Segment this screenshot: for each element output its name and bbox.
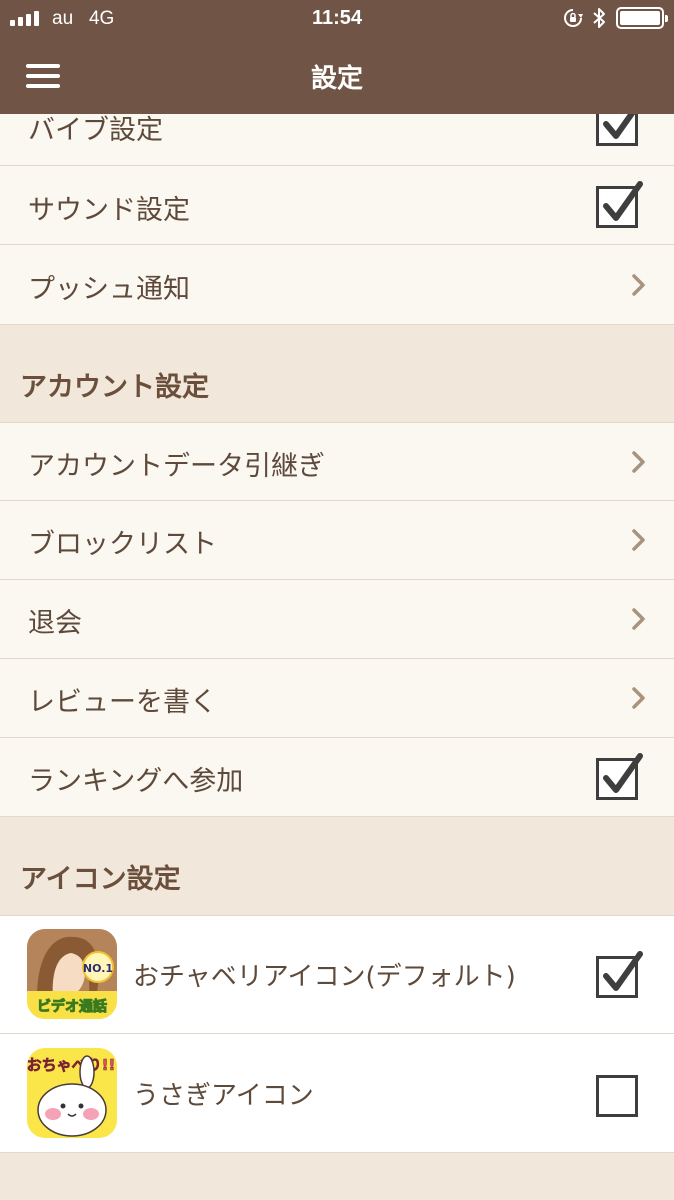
settings-row-ranking[interactable]: ランキングへ参加 <box>0 738 674 817</box>
settings-row-label: レビューを書く <box>28 687 217 718</box>
icon-option-label: うさぎアイコン <box>133 1081 314 1111</box>
settings-row-label: 退会 <box>28 608 82 639</box>
orientation-lock-icon <box>564 9 583 27</box>
settings-list[interactable]: バイブ設定 サウンド設定 プッシュ通知 アカウント設定 アカウントデータ引継ぎ … <box>0 114 674 1200</box>
settings-row-label: プッシュ通知 <box>28 274 190 305</box>
rabbit-app-icon: おちゃべり!! <box>27 1048 117 1138</box>
section-header-icon: アイコン設定 <box>0 817 674 916</box>
chevron-right-icon <box>632 529 645 551</box>
icon-caption-text: おちゃべり!! <box>27 1056 115 1074</box>
rabbit-icon-checkbox[interactable] <box>596 1069 642 1117</box>
status-bar: au 4G 11:54 <box>0 0 674 38</box>
settings-row-label: ランキングへ参加 <box>28 766 244 797</box>
nav-bar: 設定 <box>0 38 674 114</box>
settings-row-push-notification[interactable]: プッシュ通知 <box>0 245 674 325</box>
icon-badge-text: NO.1 <box>83 962 113 975</box>
icon-option-rabbit[interactable]: おちゃべり!! うさぎアイコン <box>0 1034 674 1153</box>
sound-checkbox[interactable] <box>596 180 643 228</box>
chevron-right-icon <box>632 687 645 709</box>
section-title: アカウント設定 <box>20 372 209 403</box>
section-header-account: アカウント設定 <box>0 325 674 423</box>
settings-row-block-list[interactable]: ブロックリスト <box>0 501 674 580</box>
icon-option-default[interactable]: NO.1 ビデオ通話 おチャベリアイコン(デフォルト) <box>0 916 674 1034</box>
icon-caption-text: ビデオ通話 <box>37 998 107 1015</box>
settings-row-write-review[interactable]: レビューを書く <box>0 659 674 738</box>
default-icon-checkbox[interactable] <box>596 950 643 998</box>
chevron-right-icon <box>632 608 645 630</box>
ranking-checkbox[interactable] <box>596 752 643 800</box>
settings-row-sound[interactable]: サウンド設定 <box>0 166 674 245</box>
settings-row-label: バイブ設定 <box>28 115 163 146</box>
settings-row-label: サウンド設定 <box>28 195 190 226</box>
battery-icon <box>616 7 668 29</box>
settings-row-label: ブロックリスト <box>28 529 217 560</box>
bluetooth-icon <box>593 8 605 28</box>
page-title: 設定 <box>310 64 363 94</box>
settings-row-withdraw[interactable]: 退会 <box>0 580 674 659</box>
settings-row-label: アカウントデータ引継ぎ <box>28 451 325 482</box>
chevron-right-icon <box>632 451 645 473</box>
status-right-icons <box>563 7 668 29</box>
vibration-checkbox[interactable] <box>596 114 642 146</box>
settings-row-vibration[interactable]: バイブ設定 <box>0 114 674 166</box>
icon-option-label: おチャベリアイコン(デフォルト) <box>133 962 516 992</box>
settings-row-account-transfer[interactable]: アカウントデータ引継ぎ <box>0 423 674 501</box>
section-title: アイコン設定 <box>20 864 181 895</box>
ochaberi-app-icon: NO.1 ビデオ通話 <box>27 929 117 1019</box>
section-header-next <box>0 1153 674 1200</box>
chevron-right-icon <box>632 274 645 296</box>
